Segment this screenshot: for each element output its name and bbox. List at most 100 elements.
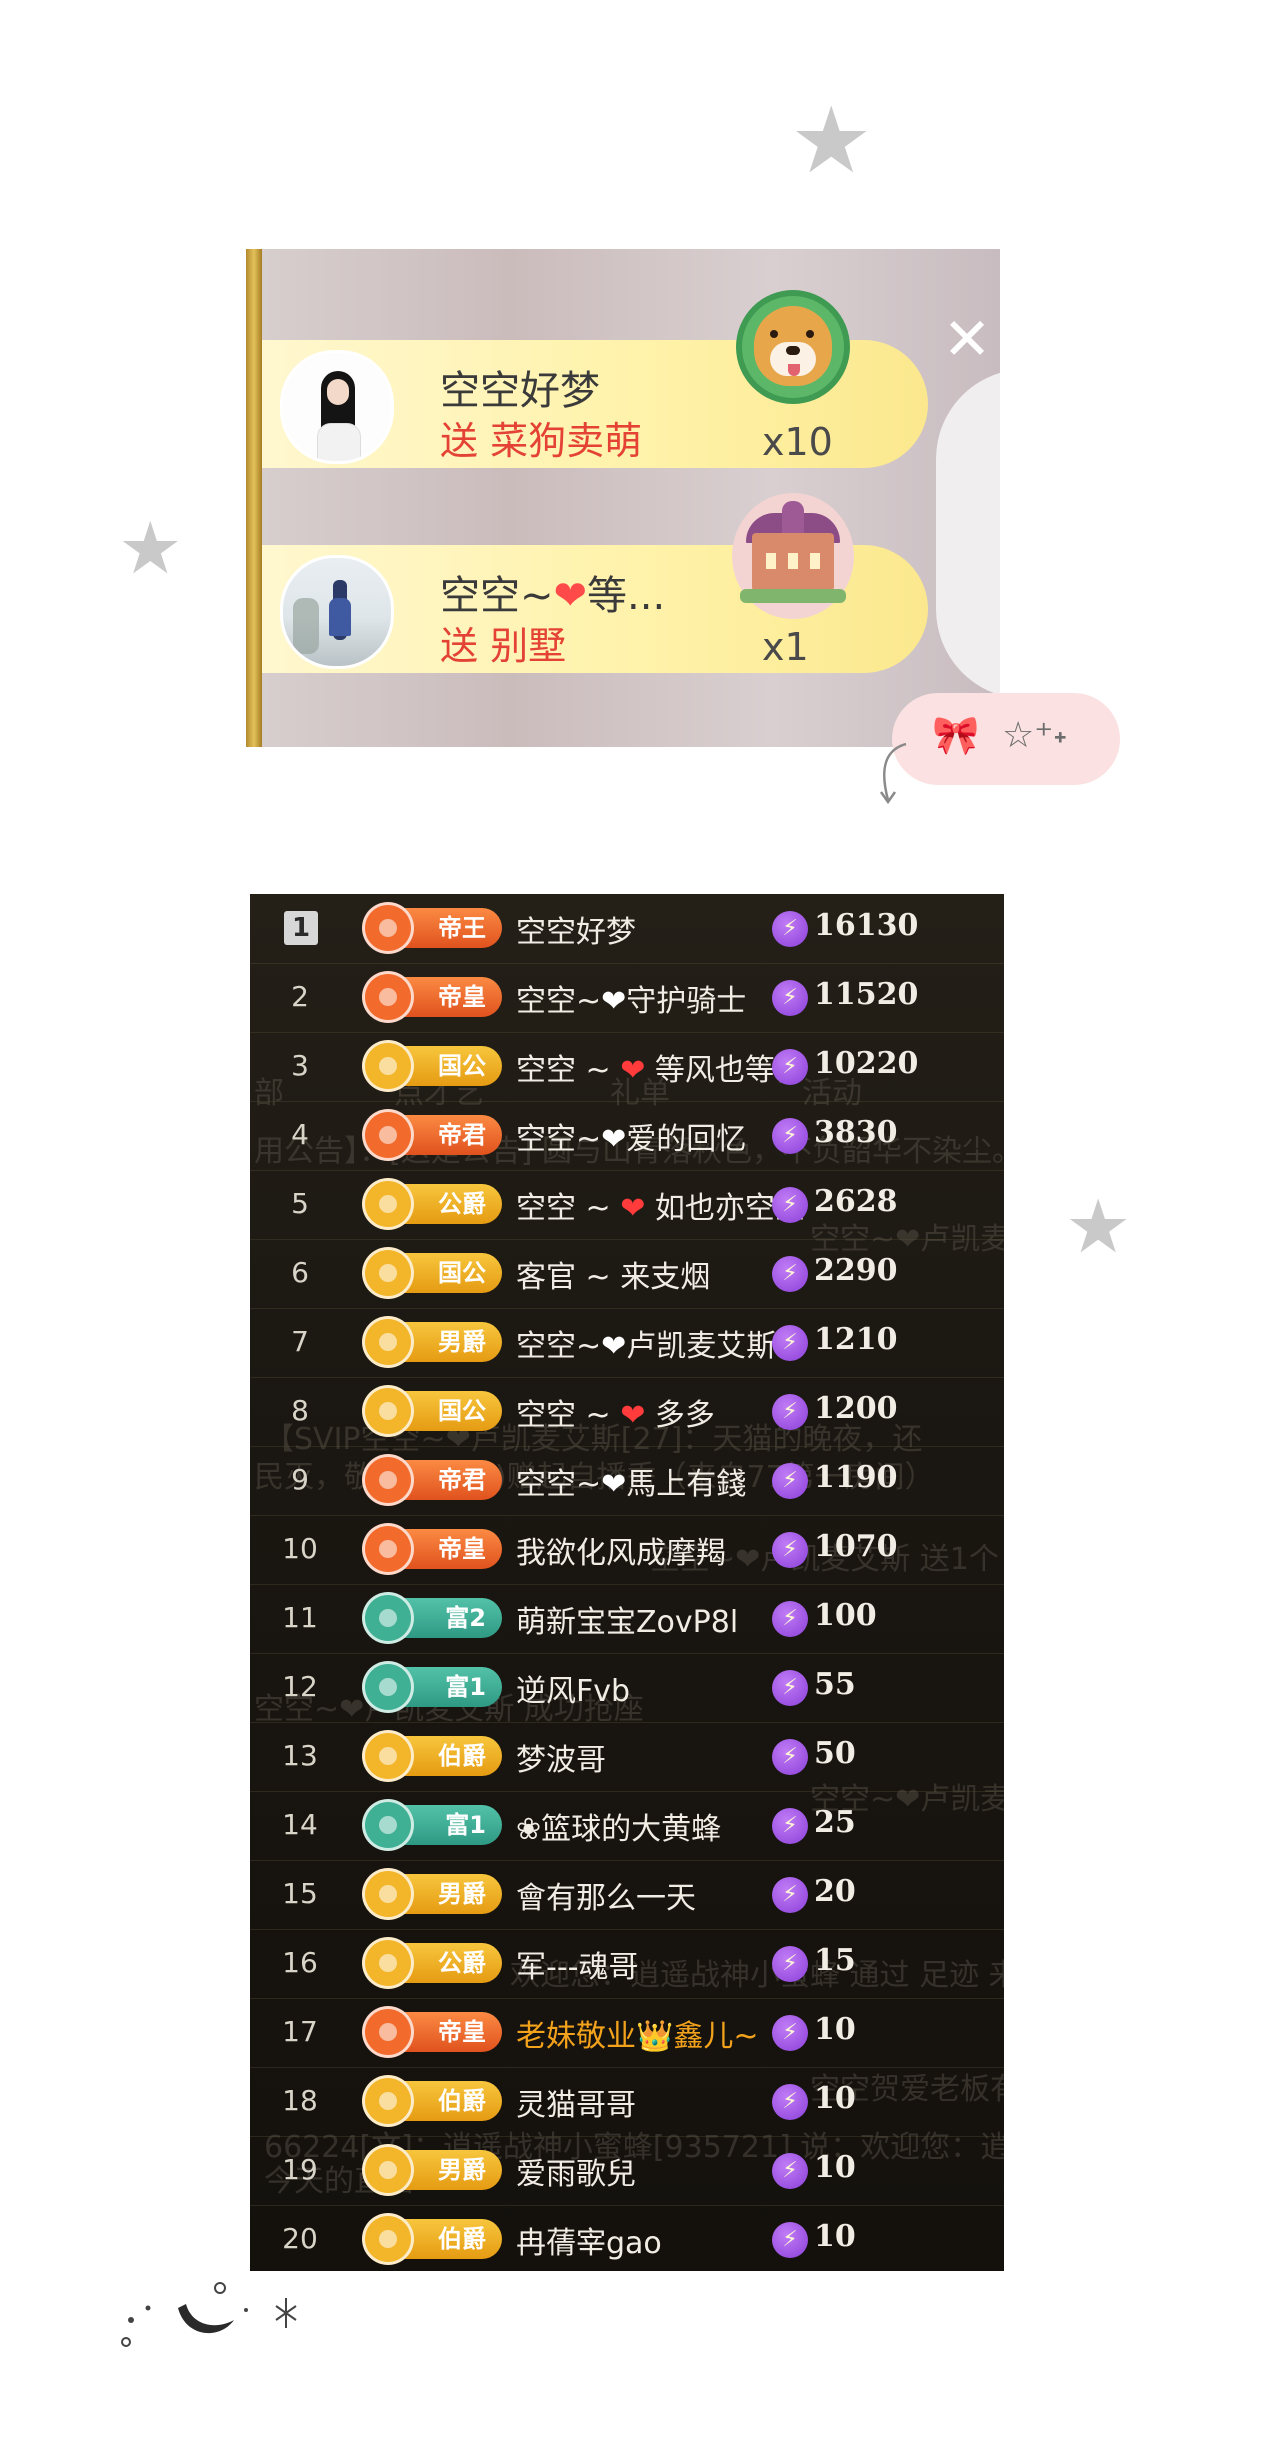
moon-stars-icon	[121, 2282, 297, 2347]
contribution-score: 10	[814, 2150, 856, 2185]
contribution-score: 1200	[814, 1391, 898, 1426]
rank-emblem-icon	[362, 1040, 414, 1092]
leaderboard-row[interactable]: 3 国公 空空 ~ ❤ 等风也等你 ⚡ 10220	[250, 1032, 1004, 1102]
user-name[interactable]: 空空~❤爱的回忆	[516, 1114, 746, 1158]
rank-badge: 国公	[362, 1247, 502, 1299]
rank-badge: 男爵	[362, 1868, 502, 1920]
user-name[interactable]: 逆风Fvb	[516, 1666, 630, 1710]
avatar[interactable]	[280, 555, 394, 669]
badge-label: 国公	[438, 1259, 486, 1287]
badge-label: 帝君	[438, 1466, 486, 1494]
contribution-score: 25	[814, 1805, 856, 1840]
user-name-text: ❀篮球的大黄蜂	[516, 1812, 722, 1847]
user-name-text: 空空 ~	[516, 1053, 621, 1088]
rank-badge: 国公	[362, 1040, 502, 1092]
leaderboard-row[interactable]: 17 帝皇 老妹敬业👑鑫儿~ ⚡ 10	[250, 1998, 1004, 2068]
rank-emblem-icon	[362, 2006, 414, 2058]
leaderboard-row[interactable]: 15 男爵 會有那么一天 ⚡ 20	[250, 1860, 1004, 1930]
user-name[interactable]: 空空~❤守护骑士	[516, 976, 746, 1020]
user-name[interactable]: ❀篮球的大黄蜂	[516, 1804, 721, 1848]
contribution-score: 15	[814, 1943, 856, 1978]
leaderboard-row[interactable]: 5 公爵 空空 ~ ❤ 如也亦空空 ⚡ 2628	[250, 1170, 1004, 1240]
badge-label: 伯爵	[438, 1742, 486, 1770]
badge-label: 帝王	[438, 914, 486, 942]
user-name[interactable]: 爱雨歌兒	[516, 2149, 636, 2193]
rank-number: 4	[291, 1118, 309, 1151]
user-name[interactable]: 空空~❤卢凯麦艾斯	[516, 1321, 776, 1365]
user-name[interactable]: 灵猫哥哥	[516, 2080, 636, 2124]
user-name[interactable]: 空空 ~ ❤ 如也亦空空	[516, 1183, 805, 1227]
gift-action-text: 送 菜狗卖萌	[440, 419, 643, 463]
leaderboard-row[interactable]: 10 帝皇 我欲化风成摩羯 ⚡ 1070	[250, 1515, 1004, 1585]
gift-count: x10	[762, 420, 833, 464]
leaderboard-row[interactable]: 7 男爵 空空~❤卢凯麦艾斯 ⚡ 1210	[250, 1308, 1004, 1378]
badge-label: 富2	[445, 1604, 486, 1632]
leaderboard-row[interactable]: 1 帝王 空空好梦 ⚡ 16130	[250, 894, 1004, 964]
lightning-bolt-icon: ⚡	[772, 1325, 808, 1361]
rank-emblem-icon	[362, 902, 414, 954]
rank-badge: 帝皇	[362, 2006, 502, 2058]
contribution-score: 3830	[814, 1115, 898, 1150]
heart-icon: ❤	[553, 573, 588, 619]
leaderboard-row[interactable]: 13 伯爵 梦波哥 ⚡ 50	[250, 1722, 1004, 1792]
rank-badge: 帝王	[362, 902, 502, 954]
background-decoration	[936, 369, 1000, 699]
leaderboard-row[interactable]: 6 国公 客官 ~ 来支烟 ⚡ 2290	[250, 1239, 1004, 1309]
user-name-text: 我欲化风成摩羯	[516, 1536, 726, 1571]
close-icon[interactable]: ✕	[940, 310, 994, 368]
contribution-score: 10	[814, 2219, 856, 2254]
heart-icon: ❤	[601, 984, 627, 1019]
user-name-suffix: 多多	[645, 1398, 715, 1433]
heart-icon: ❤	[620, 1053, 646, 1088]
rank-number: 9	[291, 1463, 309, 1496]
sender-name-suffix: 等...	[587, 573, 666, 619]
user-name[interactable]: 我欲化风成摩羯	[516, 1528, 726, 1572]
leaderboard-row[interactable]: 20 伯爵 冉蒨宰gao ⚡ 10	[250, 2205, 1004, 2271]
gift-sender-name: 空空好梦	[440, 368, 600, 414]
lightning-bolt-icon: ⚡	[772, 1670, 808, 1706]
leaderboard-row[interactable]: 4 帝君 空空~❤爱的回忆 ⚡ 3830	[250, 1101, 1004, 1171]
user-name[interactable]: 老妹敬业👑鑫儿~	[516, 2011, 759, 2055]
rank-emblem-icon	[362, 2075, 414, 2127]
user-name-text: 爱雨歌兒	[516, 2157, 636, 2192]
user-name-text: 空空好梦	[516, 915, 636, 950]
avatar[interactable]	[280, 350, 394, 464]
user-name[interactable]: 萌新宝宝ZovP8l	[516, 1597, 738, 1641]
lightning-bolt-icon: ⚡	[772, 1808, 808, 1844]
heart-icon: ❤	[620, 1191, 646, 1226]
user-name[interactable]: 空空 ~ ❤ 等风也等你	[516, 1045, 805, 1089]
rank-badge: 公爵	[362, 1937, 502, 1989]
rank-badge: 国公	[362, 1385, 502, 1437]
user-name[interactable]: 空空 ~ ❤ 多多	[516, 1390, 715, 1434]
star-icon: ★	[118, 506, 183, 590]
rank-number: 19	[282, 2153, 318, 2186]
heart-icon: ❤	[601, 1122, 627, 1157]
lightning-bolt-icon: ⚡	[772, 1946, 808, 1982]
contribution-score: 1210	[814, 1322, 898, 1357]
user-name[interactable]: 空空好梦	[516, 907, 636, 951]
leaderboard-row[interactable]: 19 男爵 爱雨歌兒 ⚡ 10	[250, 2136, 1004, 2206]
user-name[interactable]: 空空~❤馬上有錢	[516, 1459, 746, 1503]
rank-number: 11	[282, 1601, 318, 1634]
user-name[interactable]: 客官 ~ 来支烟	[516, 1252, 710, 1296]
rank-badge: 伯爵	[362, 2213, 502, 2265]
leaderboard-row[interactable]: 16 公爵 军---魂哥 ⚡ 15	[250, 1929, 1004, 1999]
user-name[interactable]: 军---魂哥	[516, 1942, 638, 1986]
user-name[interactable]: 梦波哥	[516, 1735, 606, 1779]
leaderboard-row[interactable]: 9 帝君 空空~❤馬上有錢 ⚡ 1190	[250, 1446, 1004, 1516]
rank-badge: 伯爵	[362, 2075, 502, 2127]
gift-action-text: 送 别墅	[440, 624, 567, 668]
leaderboard-row[interactable]: 8 国公 空空 ~ ❤ 多多 ⚡ 1200	[250, 1377, 1004, 1447]
user-name[interactable]: 冉蒨宰gao	[516, 2218, 662, 2262]
user-name-text: 空空~	[516, 984, 602, 1019]
user-name[interactable]: 會有那么一天	[516, 1873, 696, 1917]
leaderboard-row[interactable]: 2 帝皇 空空~❤守护骑士 ⚡ 11520	[250, 963, 1004, 1033]
leaderboard-row[interactable]: 11 富2 萌新宝宝ZovP8l ⚡ 100	[250, 1584, 1004, 1654]
heart-icon: ❤	[601, 1467, 627, 1502]
leaderboard-row[interactable]: 12 富1 逆风Fvb ⚡ 55	[250, 1653, 1004, 1723]
rank-badge: 帝皇	[362, 1523, 502, 1575]
leaderboard-row[interactable]: 14 富1 ❀篮球的大黄蜂 ⚡ 25	[250, 1791, 1004, 1861]
lightning-bolt-icon: ⚡	[772, 2153, 808, 2189]
panel-gold-edge	[246, 249, 262, 747]
leaderboard-row[interactable]: 18 伯爵 灵猫哥哥 ⚡ 10	[250, 2067, 1004, 2137]
